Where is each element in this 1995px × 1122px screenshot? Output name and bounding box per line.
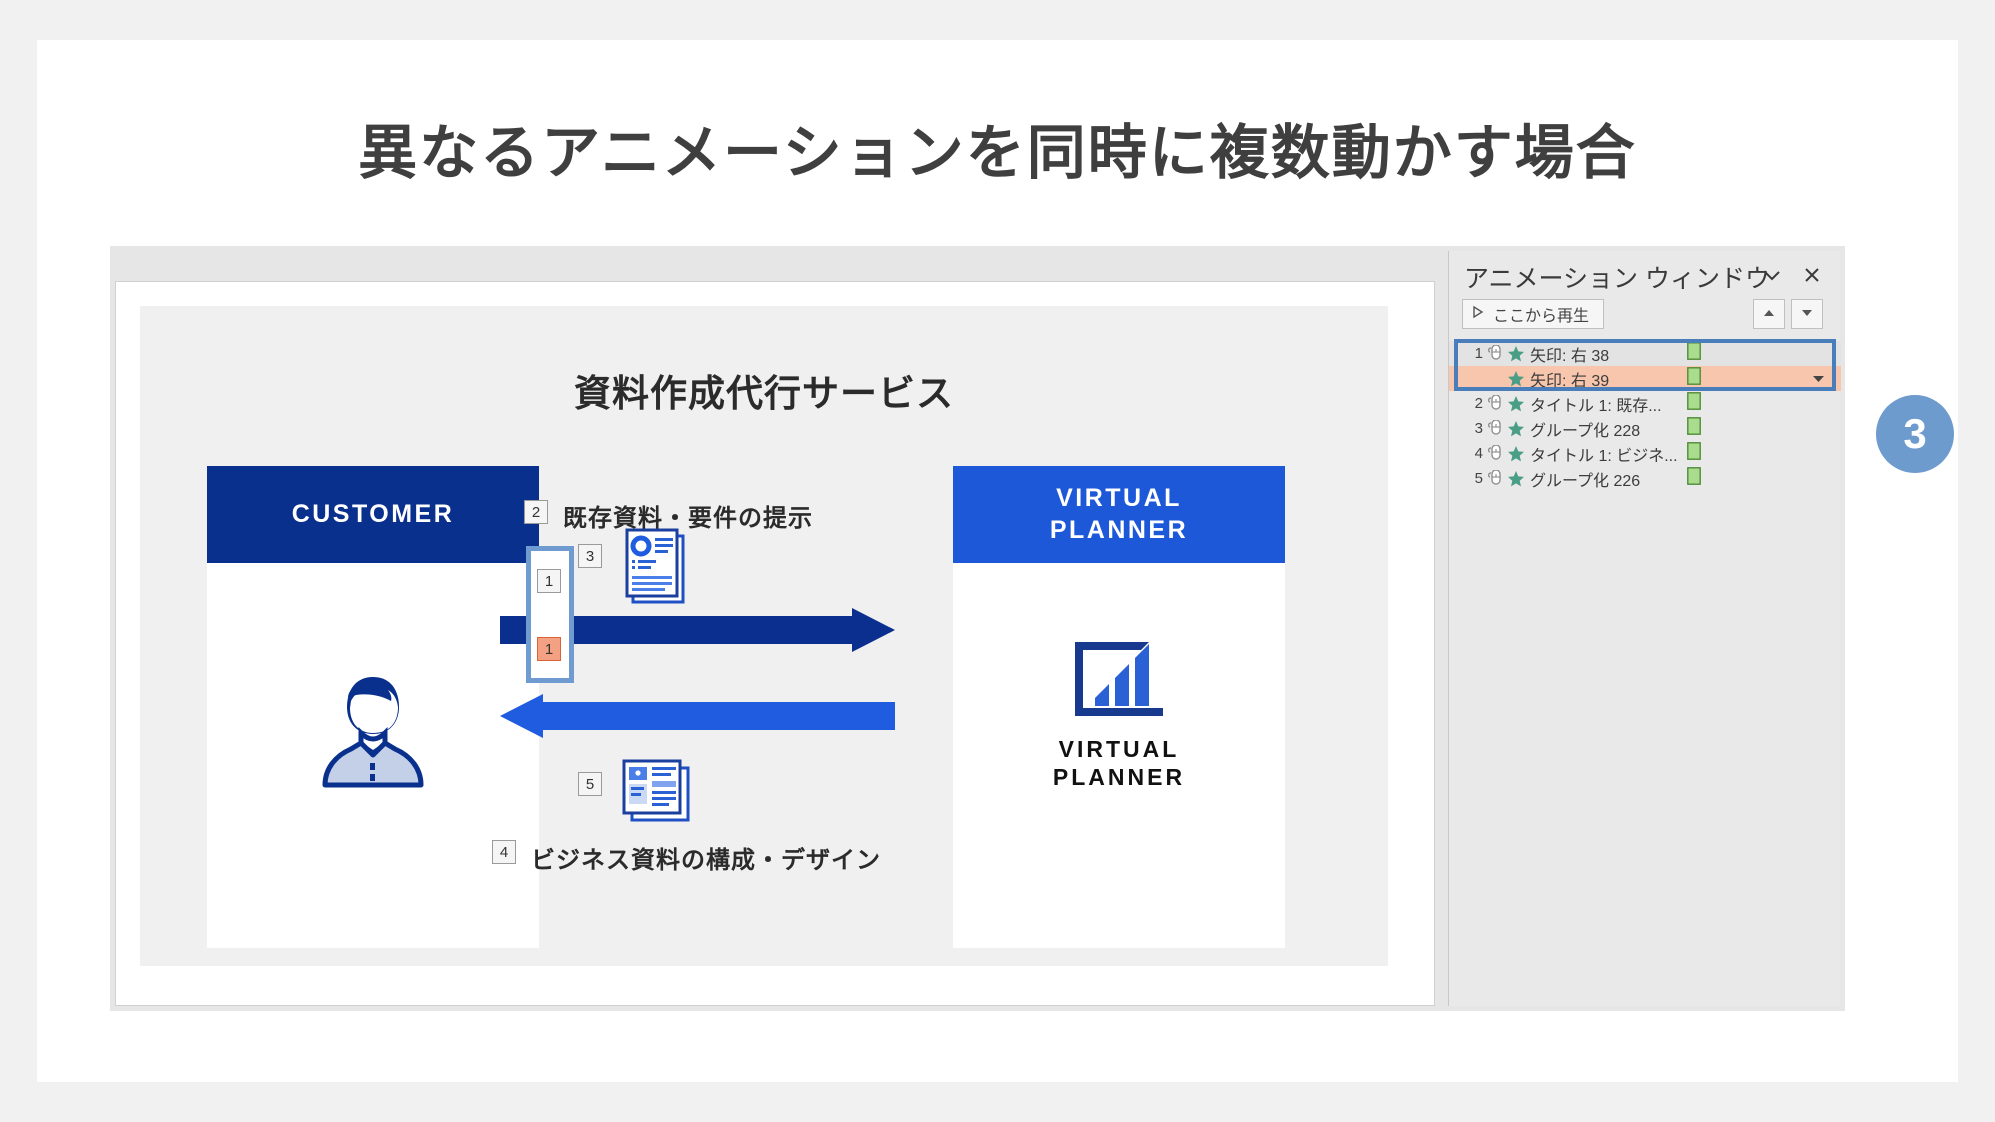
timing-bar-icon[interactable] <box>1687 442 1701 465</box>
tag-label-top[interactable]: 2 <box>524 500 548 524</box>
page-card: 異なるアニメーションを同時に複数動かす場合 資料作成代行サービス CUSTOME… <box>37 40 1958 1082</box>
planner-body: VIRTUAL PLANNER <box>953 563 1285 948</box>
animation-selection-rectangle[interactable]: 1 1 <box>526 546 574 683</box>
star-green-icon <box>1505 345 1527 363</box>
powerpoint-window: 資料作成代行サービス CUSTOMER VIRTUAL PLANNER VIRT… <box>110 246 1845 1011</box>
planner-logo-text: VIRTUAL PLANNER <box>953 735 1285 791</box>
animation-item-label: タイトル 1: 既存... <box>1530 397 1662 415</box>
planner-logo-block: VIRTUAL PLANNER <box>953 638 1285 791</box>
customer-body <box>207 563 539 948</box>
tag-doc-top[interactable]: 3 <box>578 544 602 568</box>
chevron-down-icon[interactable] <box>1758 261 1786 289</box>
animation-item-index: 5 <box>1474 470 1483 487</box>
tag-label-bottom[interactable]: 4 <box>492 840 516 864</box>
tag-doc-bottom[interactable]: 5 <box>578 772 602 796</box>
animation-list-item[interactable]: 矢印: 右 39 <box>1449 366 1841 391</box>
planner-heading-line1: VIRTUAL <box>1056 484 1182 513</box>
timing-bar-icon[interactable] <box>1687 342 1701 365</box>
mouse-click-icon <box>1483 420 1505 437</box>
timing-bar-icon[interactable] <box>1687 367 1701 390</box>
timing-bar-icon[interactable] <box>1687 392 1701 415</box>
star-green-icon <box>1505 420 1527 438</box>
play-from-here-label: ここから再生 <box>1493 308 1590 325</box>
mouse-click-icon <box>1483 470 1505 487</box>
animation-item-index: 4 <box>1474 445 1483 462</box>
move-up-button[interactable] <box>1753 299 1785 329</box>
arrow-left-bottom[interactable] <box>500 694 895 738</box>
animation-item-index: 3 <box>1474 420 1483 437</box>
bar-chart-logo-icon <box>1071 642 1167 724</box>
animation-list[interactable]: 1 矢印: 右 38 矢印: 右 39 2 タイトル 1: 既存... 3 グループ化 22… <box>1449 341 1841 491</box>
slide-canvas[interactable]: 資料作成代行サービス CUSTOMER VIRTUAL PLANNER VIRT… <box>140 306 1388 966</box>
animation-list-item[interactable]: 5 グループ化 226 <box>1449 466 1841 491</box>
animation-pane-title: アニメーション ウィンドウ <box>1464 265 1770 293</box>
customer-heading: CUSTOMER <box>207 466 539 563</box>
planner-heading-line2: PLANNER <box>1049 515 1189 544</box>
play-from-here-button[interactable]: ここから再生 <box>1462 299 1605 329</box>
move-down-button[interactable] <box>1791 299 1823 329</box>
planner-logo-line1: VIRTUAL <box>1058 736 1180 762</box>
star-green-icon <box>1505 470 1527 488</box>
timing-bar-icon[interactable] <box>1687 417 1701 440</box>
star-green-icon <box>1505 395 1527 413</box>
star-green-icon <box>1505 445 1527 463</box>
animation-list-item[interactable]: 2 タイトル 1: 既存... <box>1449 391 1841 416</box>
label-bottom: ビジネス資料の構成・デザイン <box>531 847 881 874</box>
document-stack-icon <box>619 524 687 611</box>
page-title: 異なるアニメーションを同時に複数動かす場合 <box>358 120 1637 186</box>
animation-pane: アニメーション ウィンドウ ここから再生 1 矢印: 右 38 矢印: 右 39… <box>1448 251 1841 1006</box>
item-dropdown-caret-icon[interactable] <box>1812 372 1825 386</box>
person-icon <box>207 671 539 798</box>
animation-item-label: グループ化 228 <box>1530 422 1641 440</box>
presentation-slide-icon <box>618 756 694 833</box>
play-triangle-icon <box>1471 305 1485 324</box>
customer-card[interactable]: CUSTOMER <box>207 466 539 948</box>
mouse-click-icon <box>1483 395 1505 412</box>
animation-list-item[interactable]: 3 グループ化 228 <box>1449 416 1841 441</box>
tag-arrow-top[interactable]: 1 <box>537 569 561 593</box>
triangle-down-icon <box>1800 305 1814 323</box>
mouse-click-icon <box>1483 345 1505 362</box>
timing-bar-icon[interactable] <box>1687 467 1701 490</box>
star-green-icon <box>1505 370 1527 388</box>
animation-item-label: タイトル 1: ビジネ... <box>1530 447 1678 465</box>
animation-item-index: 1 <box>1474 345 1483 362</box>
virtual-planner-card[interactable]: VIRTUAL PLANNER VIRTUAL PLANNER <box>953 466 1285 948</box>
animation-item-index: 2 <box>1474 395 1483 412</box>
tag-arrow-bottom[interactable]: 1 <box>537 637 561 661</box>
planner-heading: VIRTUAL PLANNER <box>953 466 1285 563</box>
planner-logo-line2: PLANNER <box>1052 764 1186 791</box>
callout-badge-3: 3 <box>1876 395 1954 473</box>
triangle-up-icon <box>1762 305 1776 323</box>
animation-list-item[interactable]: 1 矢印: 右 38 <box>1449 341 1841 366</box>
animation-item-label: グループ化 226 <box>1530 472 1641 490</box>
slide-title: 資料作成代行サービス <box>574 373 954 414</box>
label-top: 既存資料・要件の提示 <box>563 505 813 532</box>
animation-item-label: 矢印: 右 38 <box>1530 347 1610 365</box>
slide-editing-area: 資料作成代行サービス CUSTOMER VIRTUAL PLANNER VIRT… <box>115 281 1435 1006</box>
close-icon[interactable] <box>1798 261 1826 289</box>
animation-list-item[interactable]: 4 タイトル 1: ビジネ... <box>1449 441 1841 466</box>
mouse-click-icon <box>1483 445 1505 462</box>
animation-item-label: 矢印: 右 39 <box>1530 372 1610 390</box>
